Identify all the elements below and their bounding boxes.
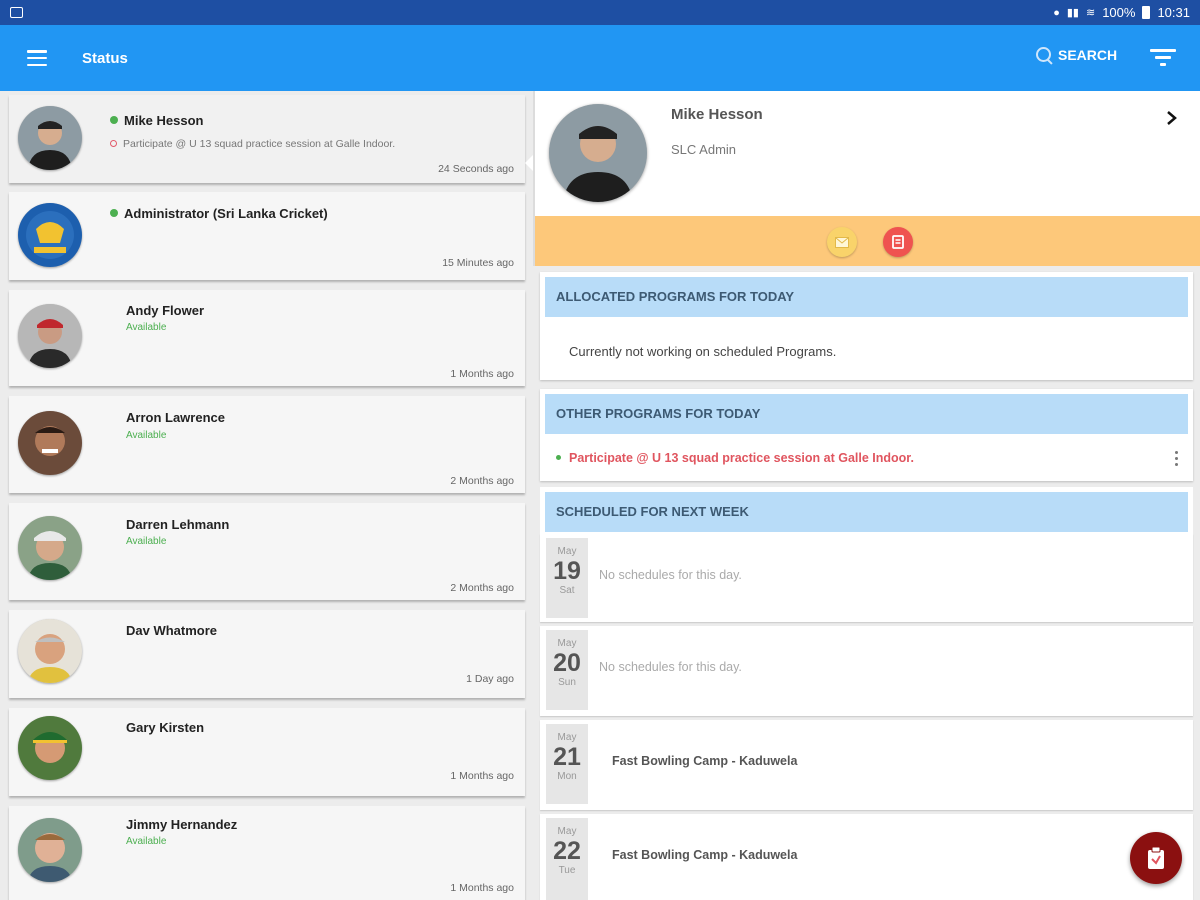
selection-pointer	[525, 155, 533, 171]
contact-name: Jimmy Hernandez	[126, 817, 238, 832]
signal-icon: ▮▮	[1066, 7, 1079, 19]
day-schedule-text: No schedules for this day.	[599, 660, 742, 674]
profile-header: Mike Hesson SLC Admin	[533, 91, 1200, 216]
page-title: Status	[82, 49, 128, 67]
search-label: SEARCH	[1058, 47, 1118, 63]
last-seen-time: 1 Day ago	[466, 673, 514, 685]
online-indicator	[110, 209, 118, 217]
contact-name: Dav Whatmore	[126, 623, 218, 638]
profile-avatar	[549, 104, 647, 202]
app-bar: Status SEARCH	[0, 25, 1200, 91]
avatar	[18, 619, 82, 683]
contact-item-arron-lawrence[interactable]: Arron Lawrence Available 2 Months ago	[9, 396, 525, 493]
day-schedule-text: Fast Bowling Camp - Kaduwela	[612, 848, 798, 862]
bullet-icon	[556, 455, 561, 460]
mail-button[interactable]	[827, 227, 857, 257]
last-seen-time: 1 Months ago	[450, 882, 514, 894]
note-icon	[892, 235, 904, 249]
profile-name: Mike Hesson	[671, 106, 763, 123]
date-box: May 20 Sun	[546, 630, 588, 710]
action-bar	[533, 216, 1200, 266]
contact-name: Andy Flower	[126, 303, 205, 318]
contact-task: Participate @ U 13 squad practice sessio…	[110, 138, 395, 150]
contact-name: Gary Kirsten	[126, 720, 205, 735]
schedule-day-row[interactable]: May 22 Tue Fast Bowling Camp - Kaduwela	[540, 814, 1193, 900]
hamburger-icon[interactable]	[27, 50, 47, 66]
contact-item-andy-flower[interactable]: Andy Flower Available 1 Months ago	[9, 290, 525, 386]
contact-status: Available	[126, 430, 167, 441]
contact-status: Available	[126, 322, 167, 333]
day-schedule-text: Fast Bowling Camp - Kaduwela	[612, 754, 798, 768]
contact-name: Darren Lehmann	[126, 517, 230, 532]
avatar	[18, 818, 82, 882]
clock: 10:31	[1157, 5, 1190, 20]
section-heading: OTHER PROGRAMS FOR TODAY	[545, 394, 1188, 434]
gallery-notification-icon	[10, 7, 23, 18]
filter-icon[interactable]	[1150, 49, 1176, 67]
contact-item-darren-lehmann[interactable]: Darren Lehmann Available 2 Months ago	[9, 503, 525, 600]
avatar	[18, 411, 82, 475]
section-heading: ALLOCATED PROGRAMS FOR TODAY	[545, 277, 1188, 317]
section-heading: SCHEDULED FOR NEXT WEEK	[545, 492, 1188, 532]
date-box: May 22 Tue	[546, 818, 588, 900]
note-button[interactable]	[883, 227, 913, 257]
location-icon: ●	[1053, 6, 1060, 19]
last-seen-time: 2 Months ago	[450, 475, 514, 487]
last-seen-time: 24 Seconds ago	[438, 163, 514, 175]
contact-item-dav-whatmore[interactable]: Dav Whatmore 1 Day ago	[9, 610, 525, 698]
allocated-programs-section: ALLOCATED PROGRAMS FOR TODAY Currently n…	[540, 272, 1193, 380]
battery-icon	[1142, 6, 1151, 19]
add-note-fab[interactable]	[1130, 832, 1182, 884]
detail-pane: Mike Hesson SLC Admin ALLOCATED PROGRAMS…	[533, 91, 1200, 900]
date-box: May 21 Mon	[546, 724, 588, 804]
contact-item-administrator[interactable]: Administrator (Sri Lanka Cricket) 15 Min…	[9, 192, 525, 280]
chevron-right-icon[interactable]	[1165, 111, 1179, 125]
mail-icon	[835, 236, 849, 248]
contact-name: Mike Hesson	[110, 113, 203, 128]
last-seen-time: 1 Months ago	[450, 770, 514, 782]
last-seen-time: 1 Months ago	[450, 368, 514, 380]
avatar	[18, 203, 82, 267]
online-indicator	[110, 116, 118, 124]
profile-role: SLC Admin	[671, 142, 737, 157]
avatar	[18, 516, 82, 580]
schedule-day-row[interactable]: May 21 Mon Fast Bowling Camp - Kaduwela	[540, 720, 1193, 810]
date-box: May 19 Sat	[546, 538, 588, 618]
allocated-empty-text: Currently not working on scheduled Progr…	[569, 344, 837, 359]
contact-status: Available	[126, 836, 167, 847]
contact-item-gary-kirsten[interactable]: Gary Kirsten 1 Months ago	[9, 708, 525, 796]
schedule-day-row[interactable]: May 19 Sat No schedules for this day.	[540, 534, 1193, 622]
contact-name: Arron Lawrence	[126, 410, 225, 425]
more-options-icon[interactable]	[1175, 451, 1179, 467]
avatar	[18, 304, 82, 368]
avatar	[18, 106, 82, 170]
day-schedule-text: No schedules for this day.	[599, 568, 742, 582]
task-icon	[110, 140, 117, 147]
battery-percent: 100%	[1102, 5, 1136, 20]
search-button[interactable]: SEARCH	[1036, 47, 1117, 63]
last-seen-time: 2 Months ago	[450, 582, 514, 594]
program-item[interactable]: Participate @ U 13 squad practice sessio…	[556, 451, 914, 465]
wifi-icon: ≋	[1085, 7, 1096, 19]
schedule-day-row[interactable]: May 20 Sun No schedules for this day.	[540, 626, 1193, 716]
contact-item-jimmy-hernandez[interactable]: Jimmy Hernandez Available 1 Months ago	[9, 806, 525, 900]
contact-list[interactable]: Mike Hesson Participate @ U 13 squad pra…	[0, 91, 533, 900]
system-status-bar: ● ▮▮ ≋ 100% 10:31	[0, 0, 1200, 25]
contact-name: Administrator (Sri Lanka Cricket)	[110, 206, 328, 221]
clipboard-icon	[1148, 846, 1164, 869]
other-programs-section: OTHER PROGRAMS FOR TODAY Participate @ U…	[540, 389, 1193, 481]
search-icon	[1036, 47, 1052, 63]
schedule-section: SCHEDULED FOR NEXT WEEK	[540, 487, 1193, 535]
avatar	[18, 716, 82, 780]
contact-status: Available	[126, 536, 167, 547]
last-seen-time: 15 Minutes ago	[442, 257, 514, 269]
contact-item-mike-hesson[interactable]: Mike Hesson Participate @ U 13 squad pra…	[9, 95, 525, 183]
